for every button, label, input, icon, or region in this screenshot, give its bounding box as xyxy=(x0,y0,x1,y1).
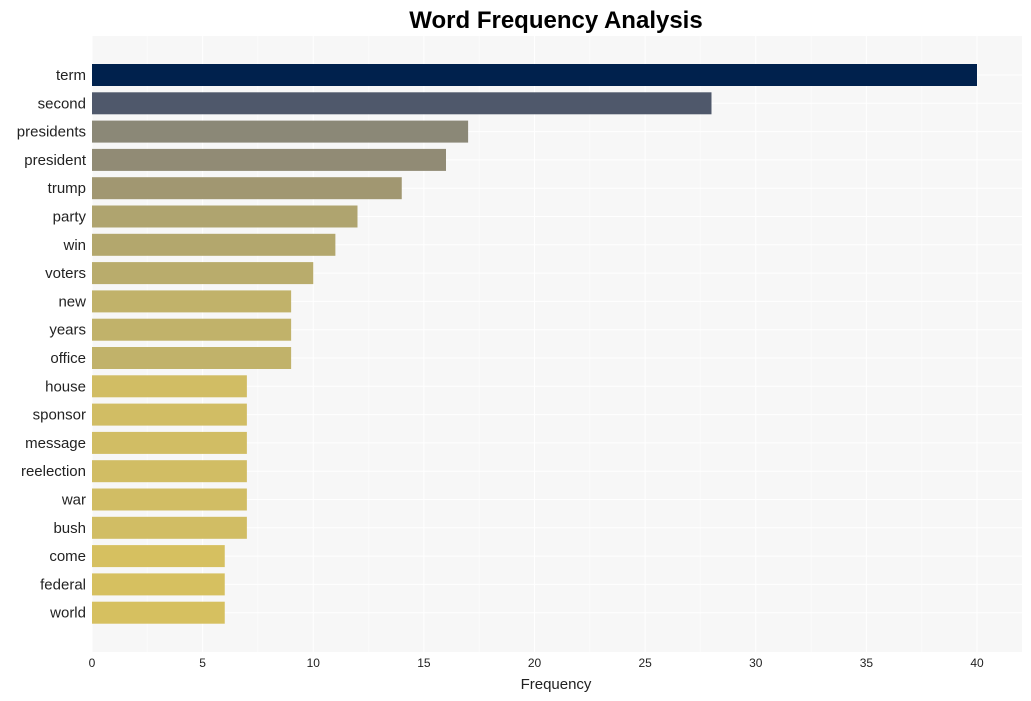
y-axis-labels: term second presidents president trump party w… xyxy=(17,67,87,622)
bar-bush xyxy=(92,516,247,539)
x-axis-label: Frequency xyxy=(521,676,592,693)
bar-trump xyxy=(92,177,402,200)
word-frequency-chart: Word Frequency Analysis term second presid… xyxy=(17,7,1022,693)
bar-party xyxy=(92,205,358,228)
bar-presidents xyxy=(92,120,469,143)
y-label-bush: bush xyxy=(53,520,86,537)
y-label-sponsor: sponsor xyxy=(33,407,86,424)
y-label-house: house xyxy=(45,378,86,395)
bar-second xyxy=(92,92,712,115)
bar-voters xyxy=(92,262,314,285)
bar-win xyxy=(92,233,336,256)
y-label-world: world xyxy=(49,605,86,622)
bar-president xyxy=(92,148,446,171)
x-tick-15: 15 xyxy=(417,656,431,670)
x-tick-40: 40 xyxy=(970,656,984,670)
x-tick-20: 20 xyxy=(528,656,542,670)
y-label-presidents: presidents xyxy=(17,124,86,141)
y-label-trump: trump xyxy=(48,180,86,197)
bar-sponsor xyxy=(92,403,247,426)
y-label-message: message xyxy=(25,435,86,452)
y-label-win: win xyxy=(62,237,86,254)
y-label-federal: federal xyxy=(40,576,86,593)
bar-federal xyxy=(92,573,225,596)
y-label-years: years xyxy=(49,322,86,339)
bar-world xyxy=(92,601,225,624)
y-label-second: second xyxy=(38,95,86,112)
x-tick-10: 10 xyxy=(307,656,321,670)
x-axis-ticks: 0 5 10 15 20 25 30 35 40 xyxy=(89,656,984,670)
y-label-voters: voters xyxy=(45,265,86,282)
x-tick-5: 5 xyxy=(199,656,206,670)
y-label-term: term xyxy=(56,67,86,84)
x-tick-35: 35 xyxy=(860,656,874,670)
y-label-party: party xyxy=(53,209,87,226)
bar-term xyxy=(92,64,977,86)
y-label-reelection: reelection xyxy=(21,463,86,480)
bar-office xyxy=(92,347,292,369)
bar-new xyxy=(92,290,292,313)
y-label-president: president xyxy=(24,152,87,169)
bar-come xyxy=(92,545,225,568)
y-label-come: come xyxy=(49,548,86,565)
bar-message xyxy=(92,431,247,454)
y-label-new: new xyxy=(58,293,86,310)
x-tick-0: 0 xyxy=(89,656,96,670)
bar-war xyxy=(92,488,247,511)
x-tick-30: 30 xyxy=(749,656,763,670)
y-label-office: office xyxy=(50,350,86,367)
bar-house xyxy=(92,375,247,398)
bar-years xyxy=(92,318,292,341)
chart-title: Word Frequency Analysis xyxy=(409,7,702,34)
x-tick-25: 25 xyxy=(638,656,652,670)
y-label-war: war xyxy=(61,492,86,509)
bar-reelection xyxy=(92,460,247,483)
